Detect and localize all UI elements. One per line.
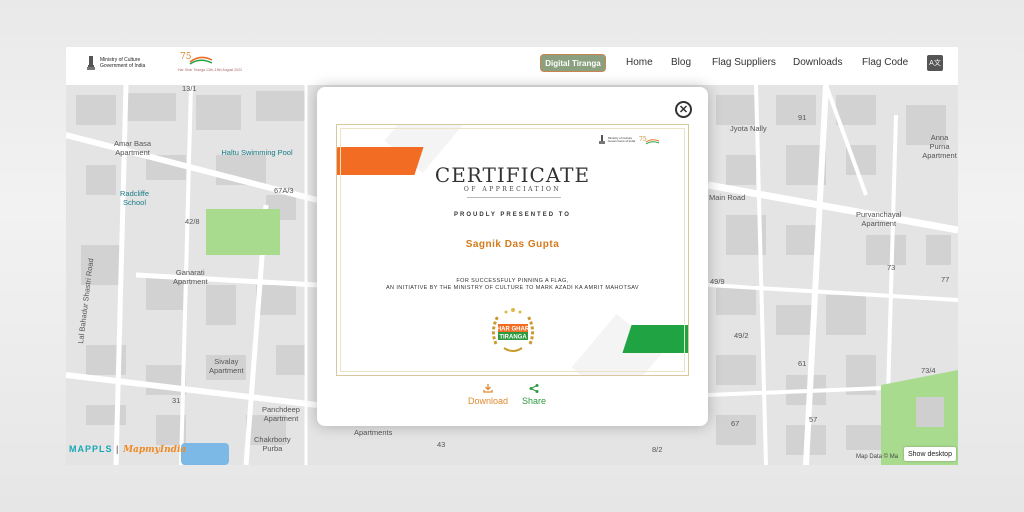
map-label: Amar Basa Apartment <box>114 139 152 157</box>
ministry-line2: Government of India <box>100 63 146 69</box>
presented-to-text: PROUDLY PRESENTED TO <box>454 212 571 218</box>
map-label: Ganarati Apartment <box>173 268 208 286</box>
emblem-icon <box>87 56 95 70</box>
description-line2: AN INITIATIVE BY THE MINISTRY OF CULTURE… <box>385 285 640 291</box>
map-label: Sivalay Apartment <box>209 357 244 375</box>
map-label: Purvanchayal Apartment <box>856 210 902 228</box>
mapmyindia-brand: MapmyIndia <box>123 445 187 455</box>
map-label: 61 <box>798 359 807 368</box>
share-button[interactable]: Share <box>522 384 546 406</box>
nav-flag-suppliers-link[interactable]: Flag Suppliers <box>712 57 793 68</box>
amrit-mahotsav-icon: 75 <box>180 52 213 65</box>
map-label: Radcliffe School <box>120 189 150 207</box>
map-label: Panchdeep Apartment <box>262 405 300 423</box>
share-icon <box>529 384 539 393</box>
main-menu: Home Blog Flag Suppliers Downloads Flag … <box>626 57 912 68</box>
map-label: Main Road <box>709 193 746 202</box>
mappls-brand: MAPPLS <box>69 444 113 454</box>
mappls-logo[interactable]: MAPPLS | MapmyIndia <box>69 444 186 455</box>
map-label: 67A/3 <box>274 186 294 195</box>
nav-downloads-link[interactable]: Downloads <box>793 57 862 68</box>
ministry-logo[interactable]: Ministry of Culture Government of India <box>86 55 145 71</box>
nav-blog-link[interactable]: Blog <box>671 57 712 68</box>
certificate-modal: ✕ Ministry of Culture Government of Indi… <box>317 87 708 426</box>
map-label: Chakrborty Purba <box>254 435 291 453</box>
emblem-icon <box>599 135 605 144</box>
map-label: 57 <box>809 415 818 424</box>
map-label: 49/9 <box>710 277 725 286</box>
ministry-text: Ministry of Culture Government of India <box>100 57 145 69</box>
title-divider <box>467 197 561 198</box>
svg-text:75: 75 <box>639 136 647 143</box>
certificate-description: FOR SUCCESSFULY PINNING A FLAG, AN INITI… <box>337 278 688 292</box>
close-icon[interactable]: ✕ <box>675 101 692 118</box>
map-label: 73 <box>887 263 896 272</box>
map-label: 8/2 <box>652 445 663 454</box>
show-desktop-button[interactable]: Show desktop <box>904 447 956 461</box>
description-line1: FOR SUCCESSFULY PINNING A FLAG, <box>456 278 569 284</box>
nav-flag-code-link[interactable]: Flag Code <box>862 57 912 68</box>
amrit-mahotsav-icon: 75 <box>639 136 660 145</box>
cert-logo-line2: Government of India <box>608 139 636 143</box>
certificate: Ministry of Culture Government of India … <box>336 124 689 376</box>
map-label: Apartments <box>354 428 393 437</box>
download-button[interactable]: Download <box>468 384 508 406</box>
amrit-mahotsav-logo[interactable]: 75 Har Ghar Tiranga 13th–15th August 202… <box>178 50 242 80</box>
top-navbar: Ministry of Culture Government of India … <box>66 47 958 85</box>
map-label: 42/8 <box>185 217 200 226</box>
certificate-logo: Ministry of Culture Government of India … <box>599 135 660 145</box>
map-label: 13/1 <box>182 84 197 93</box>
certificate-title: CERTIFICATE <box>434 163 591 187</box>
certificate-subtitle: OF APPRECIATION <box>463 186 562 193</box>
svg-text:75: 75 <box>180 52 192 62</box>
brand-divider: | <box>116 444 124 454</box>
map-label: 49/2 <box>734 331 749 340</box>
badge-line1: HAR GHAR <box>497 327 530 333</box>
nav-home-link[interactable]: Home <box>626 57 671 68</box>
certificate-actions: Download Share <box>468 384 546 406</box>
map-label: Haltu Swimming Pool <box>221 148 293 157</box>
digital-tiranga-button[interactable]: Digital Tiranga <box>540 54 606 72</box>
har-ghar-tiranga-badge: HAR GHAR TIRANGA <box>491 308 535 352</box>
download-label: Download <box>468 396 509 406</box>
map-label: Jyota Nally <box>730 124 767 133</box>
amrit-caption: Har Ghar Tiranga 13th–15th August 2022 <box>178 68 243 72</box>
map-label: 31 <box>172 396 181 405</box>
download-icon <box>483 384 493 393</box>
badge-line2: TIRANGA <box>499 335 527 341</box>
map-label: 73/4 <box>921 366 936 375</box>
map-attribution: Map Data © Ma <box>856 454 899 460</box>
map-label: 91 <box>798 113 807 122</box>
translate-icon[interactable]: A文 <box>927 55 943 71</box>
map-label: 43 <box>437 440 446 449</box>
recipient-name: Sagnik Das Gupta <box>465 239 560 250</box>
map-label: 77 <box>941 275 950 284</box>
map-label: 67 <box>731 419 740 428</box>
map-label: Anna Purna Apartment <box>922 133 957 160</box>
share-label: Share <box>522 396 547 406</box>
